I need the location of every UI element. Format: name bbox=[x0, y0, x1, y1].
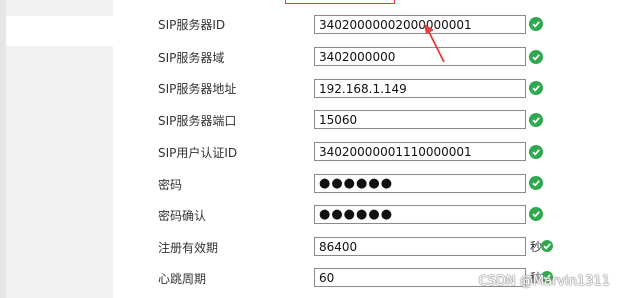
highlight-box-partial bbox=[285, 0, 395, 4]
password-input[interactable] bbox=[314, 174, 526, 193]
sip-user-auth-id-input[interactable] bbox=[314, 142, 526, 161]
password-label: 密码 bbox=[158, 178, 183, 192]
sip-server-address-input[interactable] bbox=[314, 79, 526, 98]
sip-server-address-label: SIP服务器地址 bbox=[158, 82, 237, 96]
sip-user-auth-id-label: SIP用户认证ID bbox=[158, 146, 238, 160]
annotation-arrow bbox=[424, 24, 445, 63]
check-circle-icon bbox=[529, 17, 543, 31]
check-circle-icon bbox=[529, 81, 543, 95]
check-circle-icon bbox=[529, 50, 543, 64]
heartbeat-period-label: 心跳周期 bbox=[158, 272, 207, 286]
sip-server-port-label: SIP服务器端口 bbox=[158, 114, 237, 128]
check-circle-icon bbox=[529, 176, 543, 190]
password-confirm-label: 密码确认 bbox=[158, 209, 207, 223]
registration-expiry-input[interactable] bbox=[314, 237, 526, 256]
sip-server-domain-label: SIP服务器域 bbox=[158, 51, 225, 65]
sip-server-port-input[interactable] bbox=[314, 110, 526, 129]
check-circle-icon bbox=[529, 145, 543, 159]
password-confirm-input[interactable] bbox=[314, 205, 526, 224]
watermark: CSDN @Marvin1311 bbox=[478, 274, 610, 289]
check-circle-icon bbox=[529, 113, 543, 127]
sidebar bbox=[0, 0, 113, 298]
registration-expiry-label: 注册有效期 bbox=[158, 241, 219, 255]
check-circle-icon bbox=[529, 207, 543, 221]
check-circle-icon bbox=[541, 240, 553, 252]
sip-server-id-label: SIP服务器ID bbox=[158, 18, 226, 32]
sidebar-active-item[interactable] bbox=[6, 16, 113, 46]
